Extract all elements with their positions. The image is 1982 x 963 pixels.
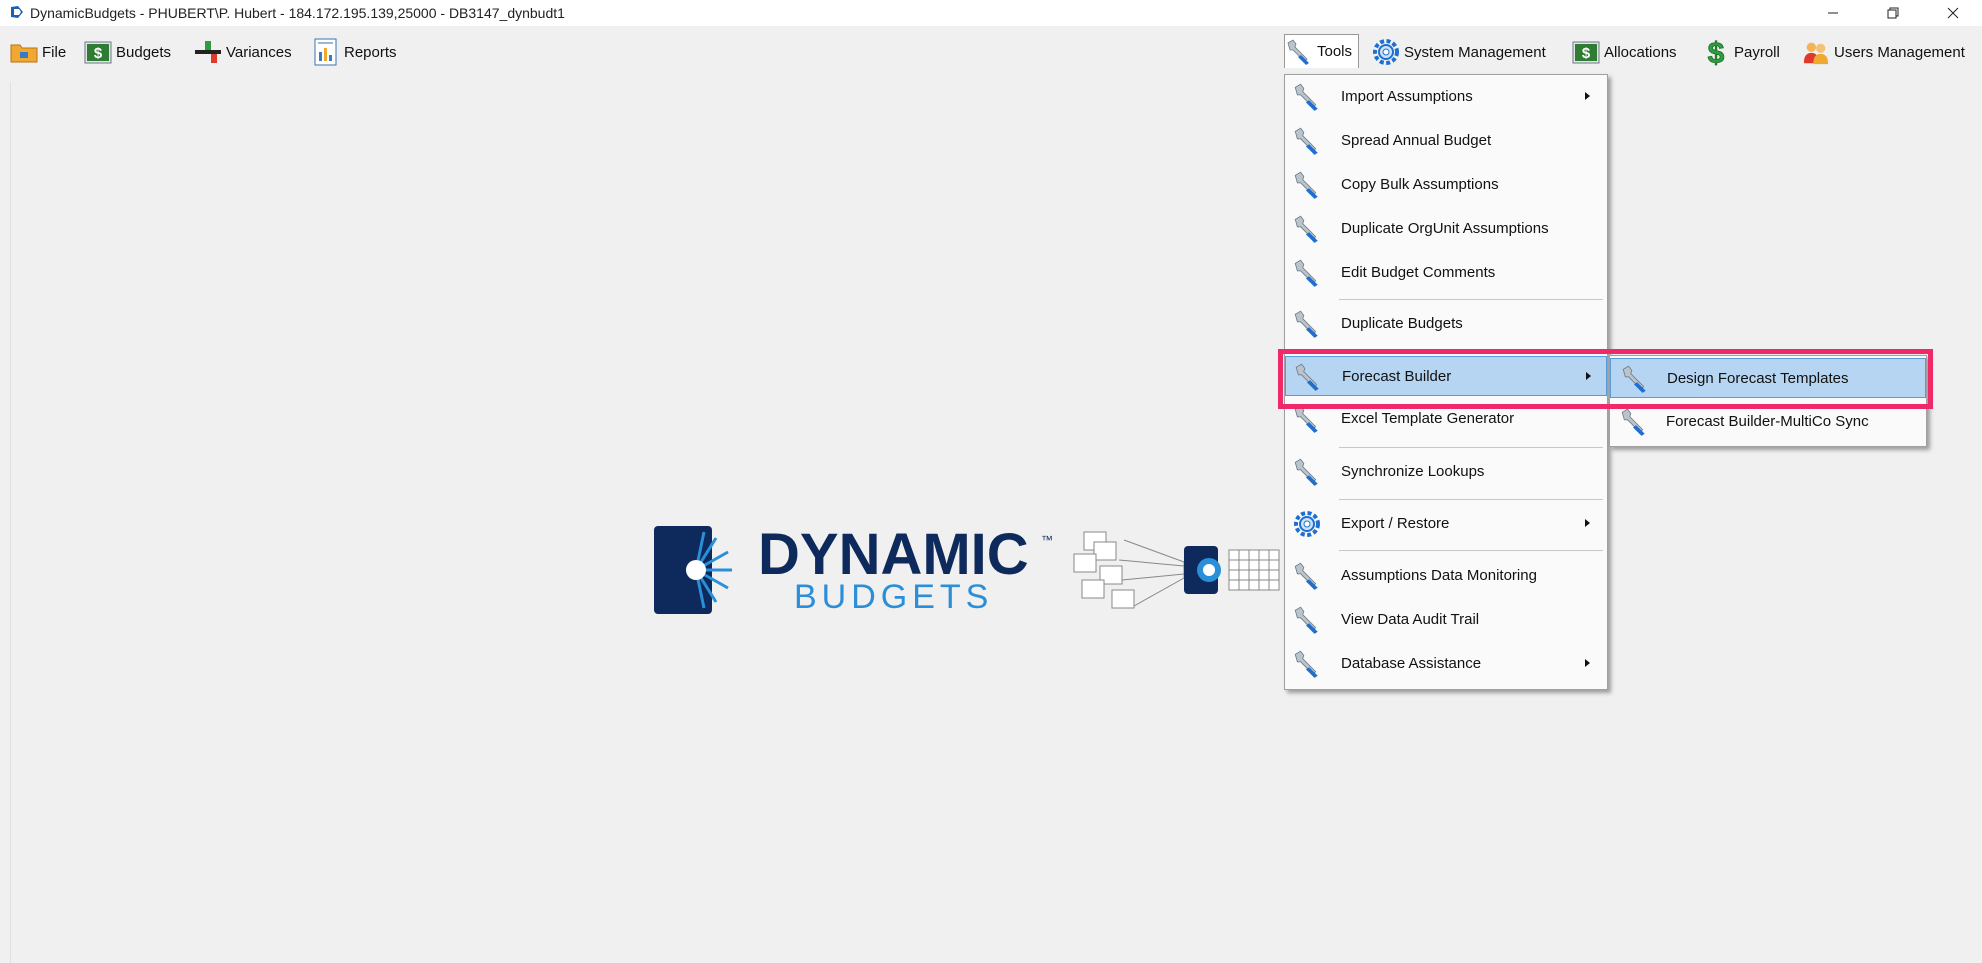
menu-system-management-label: System Management — [1404, 43, 1546, 61]
wrench-icon — [1285, 38, 1313, 66]
menu-item-label: Spread Annual Budget — [1341, 132, 1492, 149]
window-title: DynamicBudgets - PHUBERT\P. Hubert - 184… — [30, 5, 565, 21]
menu-item-copy-bulk-assumptions[interactable]: Copy Bulk Assumptions — [1285, 165, 1607, 205]
wrench-icon — [1289, 257, 1325, 289]
gear-icon — [1289, 508, 1325, 540]
menu-allocations[interactable]: $ Allocations — [1572, 37, 1677, 67]
close-button[interactable] — [1930, 0, 1976, 26]
menu-budgets-label: Budgets — [116, 43, 172, 61]
wrench-icon — [1289, 456, 1325, 488]
wrench-icon — [1289, 604, 1325, 636]
submenu-arrow-icon — [1585, 92, 1590, 100]
menu-users-management[interactable]: Users Management — [1802, 37, 1965, 67]
title-bar: DynamicBudgets - PHUBERT\P. Hubert - 184… — [0, 0, 1982, 26]
menu-item-label: Import Assumptions — [1341, 88, 1473, 105]
menu-tools[interactable]: Tools — [1284, 34, 1360, 68]
menu-item-import-assumptions[interactable]: Import Assumptions — [1285, 77, 1607, 117]
dollar-sign-icon: $ — [1702, 37, 1730, 67]
dollar-icon: $ — [84, 38, 112, 66]
menu-item-label: View Data Audit Trail — [1341, 611, 1480, 628]
app-logo-icon — [11, 6, 23, 18]
restore-button[interactable] — [1870, 0, 1916, 26]
minimize-button[interactable] — [1810, 0, 1856, 26]
menu-item-export-restore[interactable]: Export / Restore — [1285, 504, 1607, 544]
gear-icon — [1372, 38, 1400, 66]
wrench-icon — [1616, 406, 1652, 438]
wrench-icon — [1289, 125, 1325, 157]
minimize-icon — [1828, 12, 1838, 14]
svg-text:$: $ — [94, 45, 103, 62]
wrench-icon — [1289, 308, 1325, 340]
report-icon — [312, 38, 340, 66]
submenu-arrow-icon — [1585, 519, 1590, 527]
submenu-arrow-icon — [1585, 659, 1590, 667]
menu-separator — [1339, 299, 1603, 300]
menu-item-label: Export / Restore — [1341, 515, 1450, 532]
menu-separator — [1339, 550, 1603, 551]
menu-item-label: Duplicate OrgUnit Assumptions — [1341, 220, 1549, 237]
menu-separator — [1339, 447, 1603, 448]
wrench-icon — [1289, 648, 1325, 680]
menu-item-view-data-audit-trail[interactable]: View Data Audit Trail — [1285, 600, 1607, 640]
menu-item-assumptions-data-monitoring[interactable]: Assumptions Data Monitoring — [1285, 556, 1607, 596]
menu-item-label: Database Assistance — [1341, 655, 1482, 672]
menu-item-label: Copy Bulk Assumptions — [1341, 176, 1499, 193]
wrench-icon — [1289, 560, 1325, 592]
data-flow-graphic — [1073, 531, 1185, 609]
svg-text:$: $ — [1582, 45, 1591, 62]
menu-reports-label: Reports — [344, 43, 397, 61]
wrench-icon — [1289, 81, 1325, 113]
menu-tools-label: Tools — [1317, 43, 1353, 60]
menu-item-spread-annual-budget[interactable]: Spread Annual Budget — [1285, 121, 1607, 161]
svg-text:$: $ — [1708, 37, 1725, 67]
folder-icon — [10, 38, 38, 66]
dollar-icon: $ — [1572, 38, 1600, 66]
menu-payroll[interactable]: $ Payroll — [1702, 37, 1780, 67]
menu-bar: File $ Budgets Variances Reports Tools S… — [0, 26, 1982, 82]
menu-item-label: Assumptions Data Monitoring — [1341, 567, 1537, 584]
users-icon — [1802, 38, 1830, 66]
menu-file[interactable]: File — [10, 37, 66, 67]
menu-item-duplicate-budgets[interactable]: Duplicate Budgets — [1285, 304, 1607, 344]
menu-item-synchronize-lookups[interactable]: Synchronize Lookups — [1285, 452, 1607, 492]
menu-item-duplicate-orgunit-assumptions[interactable]: Duplicate OrgUnit Assumptions — [1285, 209, 1607, 249]
menu-item-label: Forecast Builder-MultiCo Sync — [1666, 413, 1869, 430]
menu-payroll-label: Payroll — [1734, 43, 1780, 61]
annotation-highlight-box — [1278, 349, 1933, 409]
wrench-icon — [1289, 169, 1325, 201]
logo-trademark: ™ — [1041, 533, 1053, 547]
menu-item-label: Edit Budget Comments — [1341, 264, 1496, 281]
menu-system-management[interactable]: System Management — [1372, 37, 1546, 67]
dynamic-budgets-logo: DYNAMIC ™ BUDGETS — [654, 520, 1314, 620]
menu-variances[interactable]: Variances — [194, 37, 292, 67]
menu-item-edit-budget-comments[interactable]: Edit Budget Comments — [1285, 253, 1607, 293]
menu-users-management-label: Users Management — [1834, 43, 1965, 61]
restore-icon — [1887, 7, 1899, 19]
logo-word-budgets: BUDGETS — [794, 578, 993, 616]
menu-item-label: Excel Template Generator — [1341, 410, 1515, 427]
menu-item-label: Duplicate Budgets — [1341, 315, 1463, 332]
menu-item-database-assistance[interactable]: Database Assistance — [1285, 644, 1607, 684]
menu-budgets[interactable]: $ Budgets — [84, 37, 171, 67]
menu-file-label: File — [42, 43, 67, 61]
wrench-icon — [1289, 213, 1325, 245]
variance-icon — [194, 38, 222, 66]
menu-item-label: Synchronize Lookups — [1341, 463, 1485, 480]
menu-separator — [1339, 499, 1603, 500]
menu-variances-label: Variances — [226, 43, 292, 61]
menu-reports[interactable]: Reports — [312, 37, 397, 67]
close-icon — [1947, 7, 1959, 19]
menu-allocations-label: Allocations — [1604, 43, 1677, 61]
